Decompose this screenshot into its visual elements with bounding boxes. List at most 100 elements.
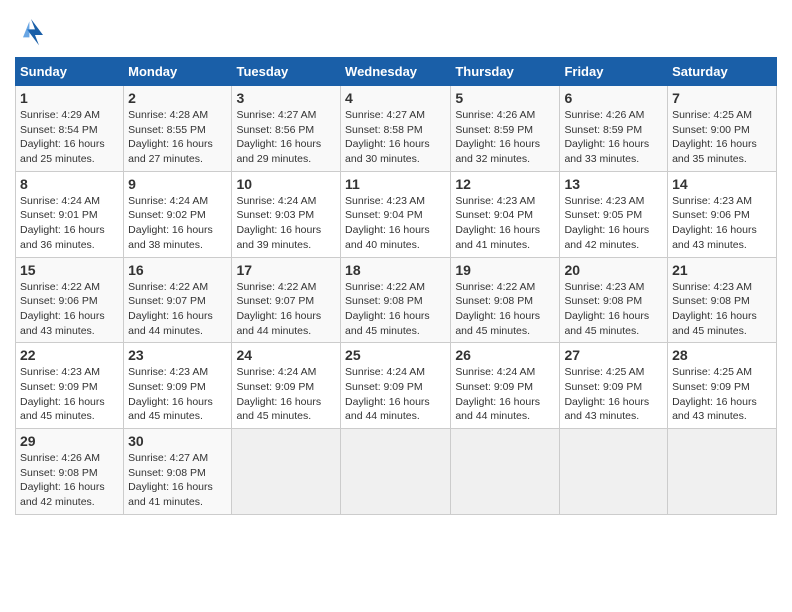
week-row-2: 8 Sunrise: 4:24 AMSunset: 9:01 PMDayligh… xyxy=(16,171,777,257)
calendar-cell: 29 Sunrise: 4:26 AMSunset: 9:08 PMDaylig… xyxy=(16,429,124,515)
calendar-table: SundayMondayTuesdayWednesdayThursdayFrid… xyxy=(15,57,777,515)
week-row-1: 1 Sunrise: 4:29 AMSunset: 8:54 PMDayligh… xyxy=(16,86,777,172)
day-number: 6 xyxy=(564,90,663,106)
calendar-cell xyxy=(341,429,451,515)
calendar-cell: 21 Sunrise: 4:23 AMSunset: 9:08 PMDaylig… xyxy=(668,257,777,343)
day-number: 10 xyxy=(236,176,336,192)
day-number: 4 xyxy=(345,90,446,106)
day-number: 21 xyxy=(672,262,772,278)
logo xyxy=(15,15,51,47)
day-number: 16 xyxy=(128,262,227,278)
calendar-cell: 13 Sunrise: 4:23 AMSunset: 9:05 PMDaylig… xyxy=(560,171,668,257)
day-number: 29 xyxy=(20,433,119,449)
day-number: 17 xyxy=(236,262,336,278)
calendar-cell: 26 Sunrise: 4:24 AMSunset: 9:09 PMDaylig… xyxy=(451,343,560,429)
weekday-wednesday: Wednesday xyxy=(341,58,451,86)
calendar-cell: 14 Sunrise: 4:23 AMSunset: 9:06 PMDaylig… xyxy=(668,171,777,257)
day-detail: Sunrise: 4:27 AMSunset: 8:56 PMDaylight:… xyxy=(236,109,321,165)
calendar-cell: 22 Sunrise: 4:23 AMSunset: 9:09 PMDaylig… xyxy=(16,343,124,429)
day-number: 7 xyxy=(672,90,772,106)
day-detail: Sunrise: 4:24 AMSunset: 9:01 PMDaylight:… xyxy=(20,195,105,251)
day-detail: Sunrise: 4:23 AMSunset: 9:06 PMDaylight:… xyxy=(672,195,757,251)
day-number: 15 xyxy=(20,262,119,278)
calendar-cell xyxy=(560,429,668,515)
day-detail: Sunrise: 4:24 AMSunset: 9:09 PMDaylight:… xyxy=(345,366,430,422)
day-number: 28 xyxy=(672,347,772,363)
calendar-cell xyxy=(451,429,560,515)
day-number: 9 xyxy=(128,176,227,192)
weekday-tuesday: Tuesday xyxy=(232,58,341,86)
calendar-cell: 4 Sunrise: 4:27 AMSunset: 8:58 PMDayligh… xyxy=(341,86,451,172)
day-detail: Sunrise: 4:22 AMSunset: 9:07 PMDaylight:… xyxy=(236,281,321,337)
calendar-cell: 9 Sunrise: 4:24 AMSunset: 9:02 PMDayligh… xyxy=(124,171,232,257)
day-number: 5 xyxy=(455,90,555,106)
calendar-cell: 6 Sunrise: 4:26 AMSunset: 8:59 PMDayligh… xyxy=(560,86,668,172)
day-detail: Sunrise: 4:26 AMSunset: 9:08 PMDaylight:… xyxy=(20,452,105,508)
calendar-cell: 28 Sunrise: 4:25 AMSunset: 9:09 PMDaylig… xyxy=(668,343,777,429)
day-detail: Sunrise: 4:24 AMSunset: 9:03 PMDaylight:… xyxy=(236,195,321,251)
calendar-cell: 3 Sunrise: 4:27 AMSunset: 8:56 PMDayligh… xyxy=(232,86,341,172)
day-number: 12 xyxy=(455,176,555,192)
week-row-4: 22 Sunrise: 4:23 AMSunset: 9:09 PMDaylig… xyxy=(16,343,777,429)
day-detail: Sunrise: 4:23 AMSunset: 9:08 PMDaylight:… xyxy=(564,281,649,337)
day-number: 27 xyxy=(564,347,663,363)
day-detail: Sunrise: 4:27 AMSunset: 8:58 PMDaylight:… xyxy=(345,109,430,165)
calendar-cell: 18 Sunrise: 4:22 AMSunset: 9:08 PMDaylig… xyxy=(341,257,451,343)
calendar-cell: 12 Sunrise: 4:23 AMSunset: 9:04 PMDaylig… xyxy=(451,171,560,257)
day-detail: Sunrise: 4:22 AMSunset: 9:06 PMDaylight:… xyxy=(20,281,105,337)
calendar-cell xyxy=(668,429,777,515)
day-detail: Sunrise: 4:23 AMSunset: 9:04 PMDaylight:… xyxy=(345,195,430,251)
weekday-monday: Monday xyxy=(124,58,232,86)
day-detail: Sunrise: 4:23 AMSunset: 9:09 PMDaylight:… xyxy=(20,366,105,422)
day-detail: Sunrise: 4:26 AMSunset: 8:59 PMDaylight:… xyxy=(455,109,540,165)
day-detail: Sunrise: 4:24 AMSunset: 9:09 PMDaylight:… xyxy=(236,366,321,422)
day-number: 8 xyxy=(20,176,119,192)
day-detail: Sunrise: 4:22 AMSunset: 9:08 PMDaylight:… xyxy=(455,281,540,337)
week-row-5: 29 Sunrise: 4:26 AMSunset: 9:08 PMDaylig… xyxy=(16,429,777,515)
day-detail: Sunrise: 4:23 AMSunset: 9:05 PMDaylight:… xyxy=(564,195,649,251)
day-detail: Sunrise: 4:24 AMSunset: 9:02 PMDaylight:… xyxy=(128,195,213,251)
day-number: 20 xyxy=(564,262,663,278)
day-detail: Sunrise: 4:22 AMSunset: 9:07 PMDaylight:… xyxy=(128,281,213,337)
day-number: 30 xyxy=(128,433,227,449)
calendar-cell: 24 Sunrise: 4:24 AMSunset: 9:09 PMDaylig… xyxy=(232,343,341,429)
day-number: 22 xyxy=(20,347,119,363)
week-row-3: 15 Sunrise: 4:22 AMSunset: 9:06 PMDaylig… xyxy=(16,257,777,343)
day-detail: Sunrise: 4:23 AMSunset: 9:09 PMDaylight:… xyxy=(128,366,213,422)
logo-icon xyxy=(15,15,47,47)
day-detail: Sunrise: 4:29 AMSunset: 8:54 PMDaylight:… xyxy=(20,109,105,165)
day-detail: Sunrise: 4:25 AMSunset: 9:09 PMDaylight:… xyxy=(564,366,649,422)
calendar-cell: 1 Sunrise: 4:29 AMSunset: 8:54 PMDayligh… xyxy=(16,86,124,172)
weekday-friday: Friday xyxy=(560,58,668,86)
day-number: 23 xyxy=(128,347,227,363)
day-detail: Sunrise: 4:23 AMSunset: 9:08 PMDaylight:… xyxy=(672,281,757,337)
calendar-cell: 27 Sunrise: 4:25 AMSunset: 9:09 PMDaylig… xyxy=(560,343,668,429)
calendar-cell: 7 Sunrise: 4:25 AMSunset: 9:00 PMDayligh… xyxy=(668,86,777,172)
day-detail: Sunrise: 4:27 AMSunset: 9:08 PMDaylight:… xyxy=(128,452,213,508)
day-detail: Sunrise: 4:26 AMSunset: 8:59 PMDaylight:… xyxy=(564,109,649,165)
calendar-cell: 5 Sunrise: 4:26 AMSunset: 8:59 PMDayligh… xyxy=(451,86,560,172)
weekday-saturday: Saturday xyxy=(668,58,777,86)
calendar-cell: 11 Sunrise: 4:23 AMSunset: 9:04 PMDaylig… xyxy=(341,171,451,257)
calendar-cell: 19 Sunrise: 4:22 AMSunset: 9:08 PMDaylig… xyxy=(451,257,560,343)
calendar-body: 1 Sunrise: 4:29 AMSunset: 8:54 PMDayligh… xyxy=(16,86,777,515)
weekday-sunday: Sunday xyxy=(16,58,124,86)
calendar-cell: 2 Sunrise: 4:28 AMSunset: 8:55 PMDayligh… xyxy=(124,86,232,172)
day-detail: Sunrise: 4:24 AMSunset: 9:09 PMDaylight:… xyxy=(455,366,540,422)
day-detail: Sunrise: 4:28 AMSunset: 8:55 PMDaylight:… xyxy=(128,109,213,165)
day-number: 3 xyxy=(236,90,336,106)
day-number: 14 xyxy=(672,176,772,192)
day-number: 24 xyxy=(236,347,336,363)
calendar-cell: 16 Sunrise: 4:22 AMSunset: 9:07 PMDaylig… xyxy=(124,257,232,343)
calendar-cell: 20 Sunrise: 4:23 AMSunset: 9:08 PMDaylig… xyxy=(560,257,668,343)
day-detail: Sunrise: 4:22 AMSunset: 9:08 PMDaylight:… xyxy=(345,281,430,337)
day-number: 2 xyxy=(128,90,227,106)
day-number: 13 xyxy=(564,176,663,192)
day-number: 26 xyxy=(455,347,555,363)
day-detail: Sunrise: 4:23 AMSunset: 9:04 PMDaylight:… xyxy=(455,195,540,251)
day-detail: Sunrise: 4:25 AMSunset: 9:09 PMDaylight:… xyxy=(672,366,757,422)
weekday-thursday: Thursday xyxy=(451,58,560,86)
calendar-cell xyxy=(232,429,341,515)
day-detail: Sunrise: 4:25 AMSunset: 9:00 PMDaylight:… xyxy=(672,109,757,165)
day-number: 19 xyxy=(455,262,555,278)
